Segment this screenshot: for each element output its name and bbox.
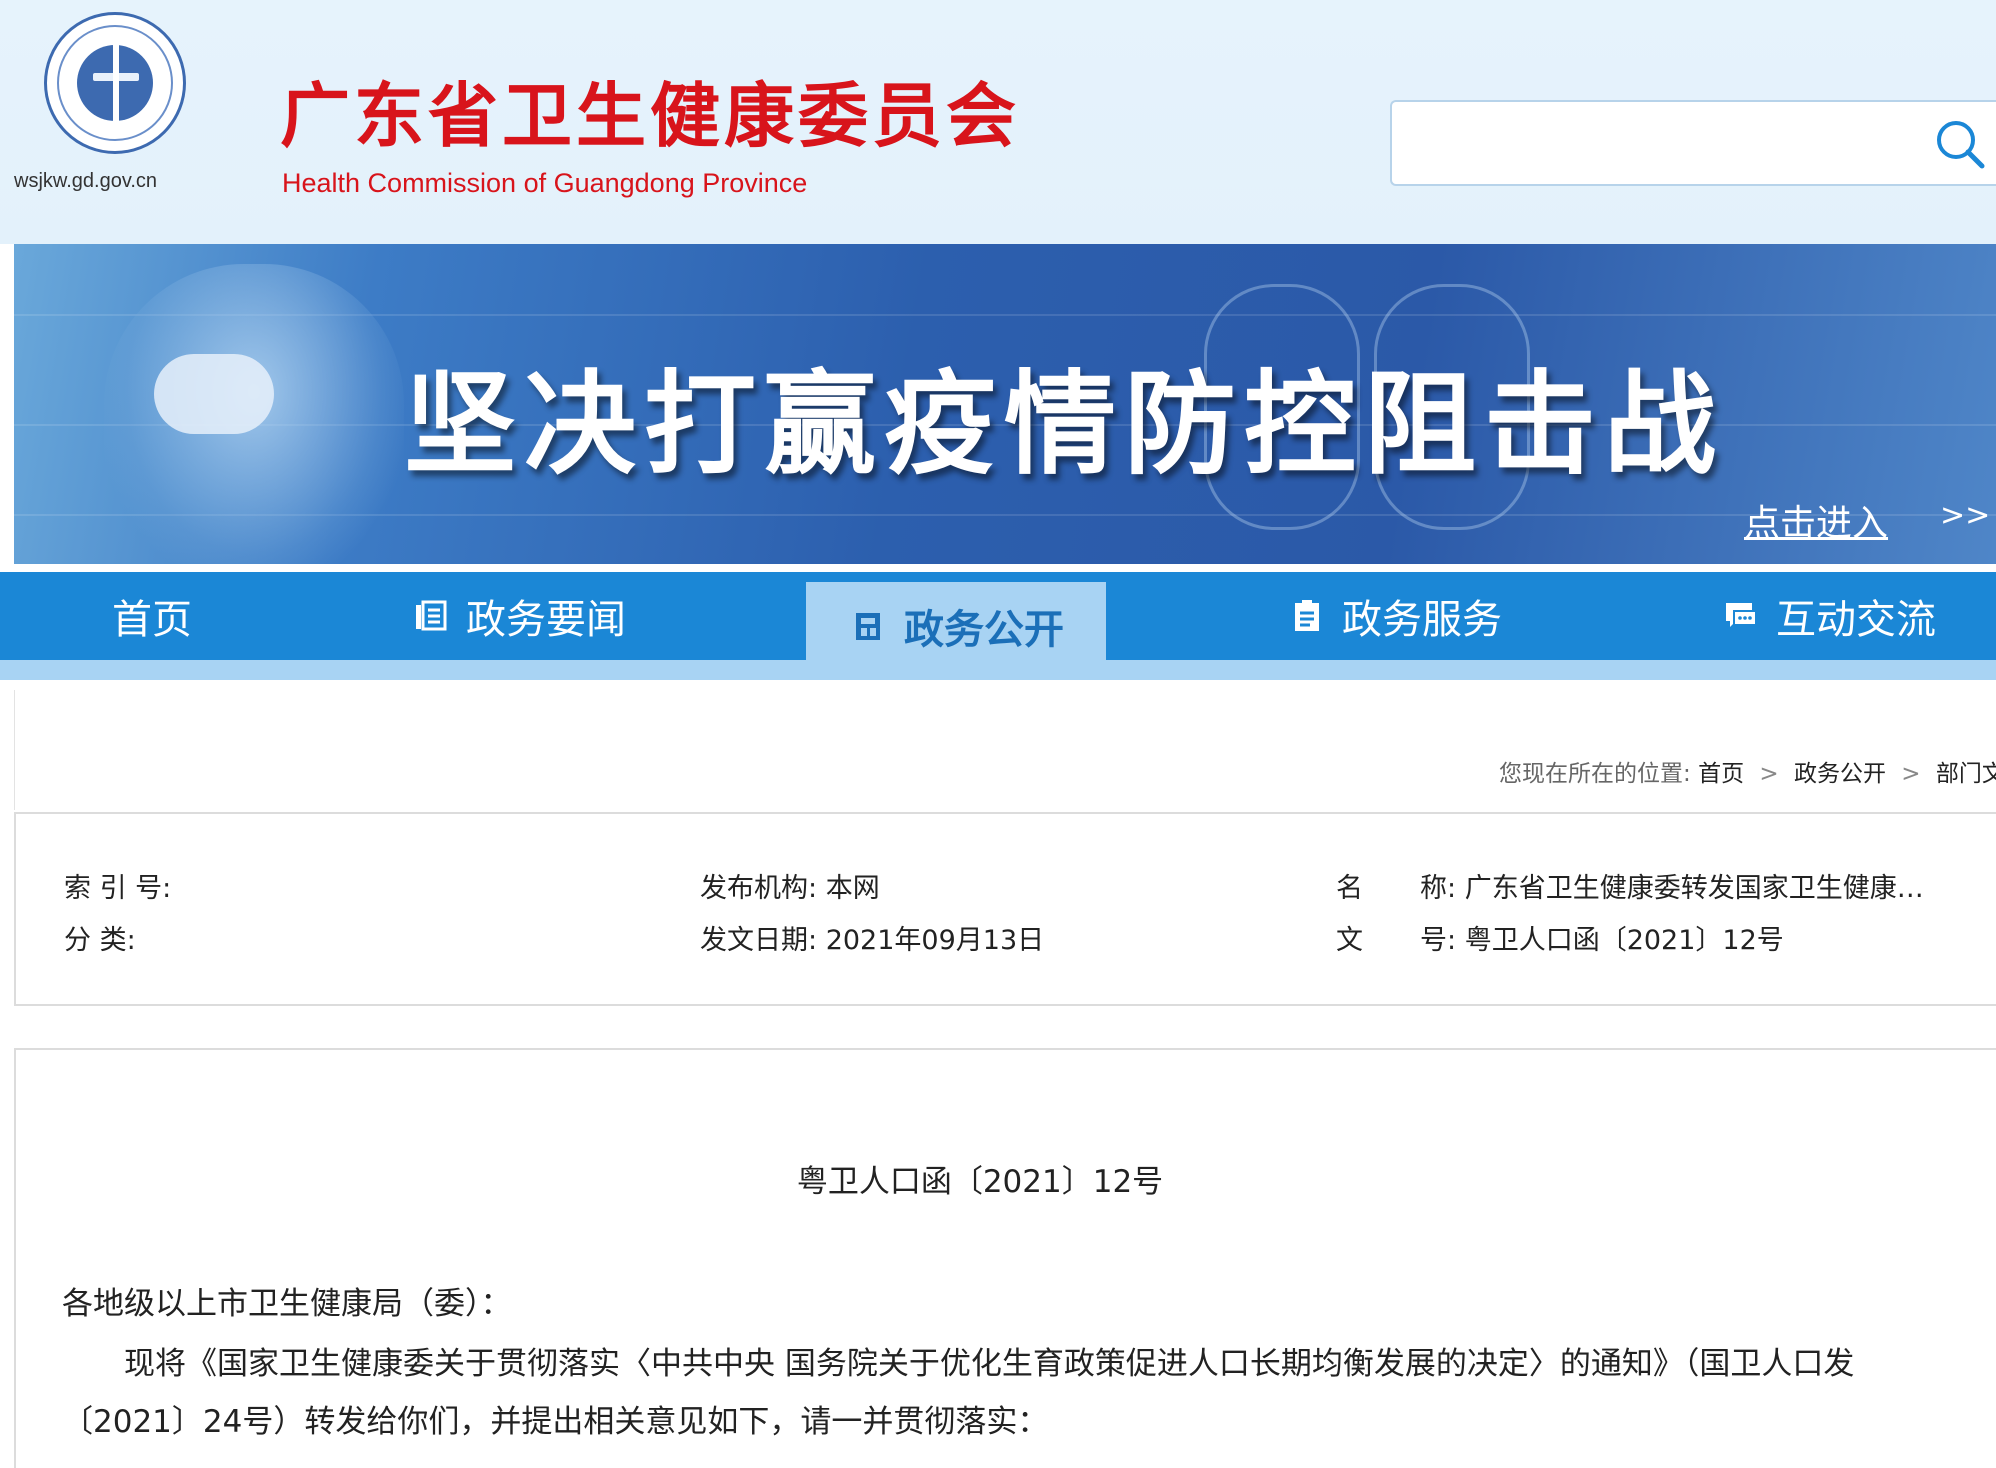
banner-enter-link[interactable]: 点击进入 bbox=[1744, 494, 1888, 546]
meta-label: 发布机构: bbox=[700, 873, 818, 904]
site-subtitle: Health Commission of Guangdong Province bbox=[282, 168, 808, 198]
staff-of-asclepius-icon bbox=[113, 37, 119, 129]
meta-publisher: 发布机构: 本网 bbox=[700, 866, 880, 905]
face-mask-image bbox=[154, 354, 274, 434]
meta-label: 分 类: bbox=[64, 925, 136, 956]
meta-name-label-first: 名 bbox=[1336, 873, 1363, 904]
double-chevron-right-icon: >> bbox=[1940, 498, 1991, 533]
breadcrumb-department-files[interactable]: 部门文件 bbox=[1936, 761, 1996, 787]
chat-icon bbox=[1726, 603, 1757, 627]
epidemic-banner[interactable]: 坚决打赢疫情防控阻击战 点击进入 >> bbox=[14, 244, 1996, 564]
nav-item-label: 政务要闻 bbox=[466, 597, 626, 643]
meta-value: 本网 bbox=[825, 873, 880, 904]
nav-item-label: 政务服务 bbox=[1342, 597, 1502, 643]
nav-item-label: 政务公开 bbox=[904, 607, 1064, 653]
commission-logo[interactable] bbox=[44, 12, 186, 154]
document-icon bbox=[856, 613, 880, 640]
meta-label: 发文日期: bbox=[700, 925, 818, 956]
meta-date: 发文日期: 2021年09月13日 bbox=[700, 918, 1044, 957]
meta-label: 号: bbox=[1420, 925, 1457, 956]
nav-item-news[interactable]: 政务要闻 bbox=[414, 572, 626, 660]
meta-document-number: 号: 粤卫人口函〔2021〕12号 bbox=[1420, 918, 1784, 957]
nav-item-interaction[interactable]: 互动交流 bbox=[1724, 572, 1936, 660]
meta-value: 2021年09月13日 bbox=[825, 925, 1045, 956]
news-icon bbox=[416, 600, 447, 631]
breadcrumb-separator: > bbox=[1901, 761, 1921, 787]
banner-title: 坚决打赢疫情防控阻击战 bbox=[404, 360, 1724, 490]
meta-label: 称: bbox=[1420, 873, 1457, 904]
breadcrumb-prefix: 您现在所在的位置: bbox=[1499, 761, 1691, 787]
document-meta-box: 索 引 号: 分 类: 发布机构: 本网 发文日期: 2021年09月13日 名… bbox=[14, 812, 1996, 1006]
document-paragraph-line: 〔2021〕24号）转发给你们，并提出相关意见如下，请一并贯彻落实： bbox=[62, 1404, 1049, 1440]
breadcrumb: 您现在所在的位置: 首页 > 政务公开 > 部门文件 bbox=[1499, 754, 1996, 788]
search-icon[interactable] bbox=[1932, 116, 1988, 172]
search-input[interactable] bbox=[1404, 112, 1928, 176]
nav-underline-strip bbox=[0, 660, 1996, 680]
meta-index-number: 索 引 号: bbox=[64, 866, 171, 905]
site-header: wsjkw.gd.gov.cn 广东省卫生健康委员会 Health Commis… bbox=[0, 0, 1996, 244]
nav-item-label: 首页 bbox=[112, 597, 192, 643]
clipboard-icon bbox=[1295, 600, 1319, 631]
document-number-heading: 粤卫人口函〔2021〕12号 bbox=[796, 1164, 1164, 1200]
meta-docno-label-first: 文 bbox=[1336, 925, 1363, 956]
breadcrumb-home[interactable]: 首页 bbox=[1698, 761, 1744, 787]
site-domain: wsjkw.gd.gov.cn bbox=[14, 170, 158, 192]
meta-category: 分 类: bbox=[64, 918, 136, 957]
meta-value: 广东省卫生健康委转发国家卫生健康… bbox=[1464, 873, 1924, 904]
document-paragraph-line: 现将《国家卫生健康委关于贯彻落实〈中共中央 国务院关于优化生育政策促进人口长期均… bbox=[124, 1346, 1855, 1382]
nav-item-services[interactable]: 政务服务 bbox=[1290, 572, 1502, 660]
breadcrumb-area: 您现在所在的位置: 首页 > 政务公开 > 部门文件 bbox=[14, 690, 1996, 810]
main-nav: 首页 政务要闻 政务公开 政务服务 互动交流 bbox=[0, 572, 1996, 670]
nav-item-label: 互动交流 bbox=[1776, 597, 1936, 643]
breadcrumb-separator: > bbox=[1759, 761, 1779, 787]
search-box bbox=[1390, 100, 1996, 186]
breadcrumb-open-government[interactable]: 政务公开 bbox=[1794, 761, 1886, 787]
nav-item-open-government[interactable]: 政务公开 bbox=[806, 582, 1106, 670]
meta-label: 索 引 号: bbox=[64, 873, 172, 904]
document-salutation: 各地级以上市卫生健康局（委）： bbox=[62, 1286, 512, 1322]
site-title[interactable]: 广东省卫生健康委员会 bbox=[280, 60, 1020, 161]
meta-value: 粤卫人口函〔2021〕12号 bbox=[1464, 925, 1784, 956]
meta-name: 称: 广东省卫生健康委转发国家卫生健康… bbox=[1420, 866, 1924, 905]
nav-item-home[interactable]: 首页 bbox=[112, 572, 192, 660]
